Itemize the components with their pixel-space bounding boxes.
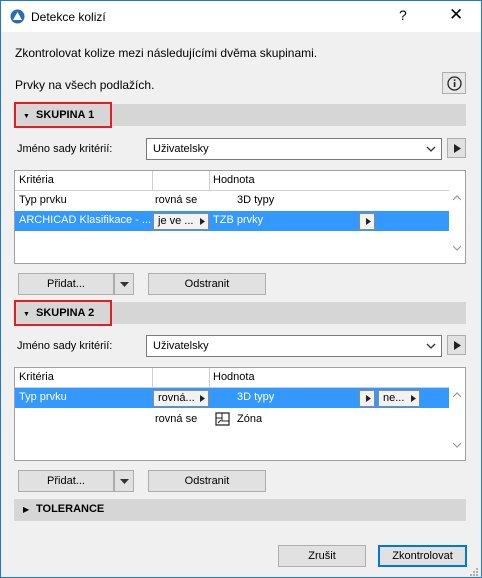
operator-value: rovná... bbox=[158, 392, 195, 404]
column-separator bbox=[209, 171, 210, 191]
triangle-right-icon bbox=[411, 395, 416, 402]
group1-add-dropdown[interactable] bbox=[114, 273, 134, 295]
column-separator bbox=[209, 368, 210, 388]
row-value: TZB prvky bbox=[213, 214, 264, 226]
triangle-right-icon bbox=[366, 218, 371, 225]
table-scrollbar[interactable] bbox=[449, 171, 465, 263]
collision-detection-dialog: Detekce kolizí ? ✕ Zkontrolovat kolize m… bbox=[0, 0, 482, 578]
group2-label: SKUPINA 2 bbox=[36, 307, 95, 319]
triangle-right-icon bbox=[200, 395, 205, 402]
cancel-button[interactable]: Zrušit bbox=[278, 545, 366, 567]
table-row[interactable]: Typ prvku rovná se 3D typy bbox=[15, 191, 449, 211]
check-button[interactable]: Zkontrolovat bbox=[378, 545, 467, 567]
chevron-down-icon bbox=[120, 479, 129, 484]
collapse-icon: ▼ bbox=[23, 113, 30, 120]
group2-criteria-table[interactable]: Kritéria Hodnota Typ prvku rovná... 3D t… bbox=[14, 367, 466, 461]
scroll-up-icon bbox=[453, 195, 461, 201]
group1-criteria-set-value: Uživatelsky bbox=[153, 143, 209, 155]
table-row-selected[interactable]: Typ prvku rovná... 3D typy ne... bbox=[15, 388, 449, 408]
group1-criteria-set-label: Jméno sady kritérií: bbox=[17, 143, 113, 155]
operator-value: je ve ... bbox=[158, 215, 194, 227]
group1-criteria-table[interactable]: Kritéria Hodnota Typ prvku rovná se 3D t… bbox=[14, 170, 466, 264]
row-value: 3D typy bbox=[237, 194, 275, 206]
close-button[interactable]: ✕ bbox=[449, 5, 463, 25]
collapse-icon: ▼ bbox=[23, 311, 30, 318]
group1-remove-button[interactable]: Odstranit bbox=[148, 273, 266, 295]
title-bar: Detekce kolizí ? ✕ bbox=[1, 1, 481, 32]
expand-icon: ▶ bbox=[23, 505, 30, 514]
group2-criteria-set-value: Uživatelsky bbox=[153, 340, 209, 352]
table-row-selected[interactable]: ARCHICAD Klasifikace - ... je ve ... TZB… bbox=[15, 211, 449, 231]
scroll-down-icon bbox=[453, 245, 461, 251]
group1-header[interactable]: ▼ SKUPINA 1 bbox=[14, 102, 112, 128]
help-button[interactable]: ? bbox=[399, 7, 407, 23]
table-scrollbar[interactable] bbox=[449, 368, 465, 460]
column-header-value: Hodnota bbox=[213, 371, 255, 383]
triangle-right-icon bbox=[454, 144, 461, 153]
row-value: Zóna bbox=[237, 413, 263, 425]
row-operator: rovná se bbox=[155, 194, 198, 206]
column-header-value: Hodnota bbox=[213, 174, 255, 186]
group2-remove-button[interactable]: Odstranit bbox=[148, 470, 266, 492]
triangle-right-icon bbox=[366, 395, 371, 402]
extra-operator-dropdown[interactable]: ne... bbox=[378, 390, 420, 407]
column-header-criteria: Kritéria bbox=[19, 371, 54, 383]
info-button[interactable] bbox=[442, 72, 466, 94]
group2-criteria-set-arrow-button[interactable] bbox=[447, 335, 466, 355]
scroll-up-icon bbox=[453, 392, 461, 398]
column-separator bbox=[152, 171, 153, 191]
operator-dropdown[interactable]: je ve ... bbox=[153, 213, 209, 230]
zone-icon bbox=[215, 412, 230, 426]
triangle-right-icon bbox=[454, 341, 461, 350]
all-stories-text: Prvky na všech podlažích. bbox=[15, 78, 155, 92]
resize-grip-icon[interactable] bbox=[469, 567, 479, 577]
group1-label: SKUPINA 1 bbox=[36, 109, 95, 121]
group2-add-dropdown[interactable] bbox=[114, 470, 134, 492]
value-arrow-button[interactable] bbox=[359, 390, 375, 407]
info-icon bbox=[447, 76, 462, 91]
group1-criteria-set-arrow-button[interactable] bbox=[447, 138, 466, 158]
intro-text: Zkontrolovat kolize mezi následujícími d… bbox=[15, 46, 318, 60]
chevron-down-icon bbox=[426, 146, 436, 152]
archicad-icon bbox=[10, 9, 25, 24]
chevron-down-icon bbox=[426, 343, 436, 349]
group2-criteria-set-label: Jméno sady kritérií: bbox=[17, 340, 113, 352]
group2-add-button[interactable]: Přidat... bbox=[18, 470, 114, 492]
row-operator: rovná se bbox=[155, 413, 198, 425]
operator-dropdown[interactable]: rovná... bbox=[153, 390, 209, 407]
row-criterion: ARCHICAD Klasifikace - ... bbox=[19, 214, 152, 226]
tolerance-label: TOLERANCE bbox=[36, 503, 105, 515]
table-row[interactable]: rovná se Zóna bbox=[15, 410, 449, 430]
group1-criteria-set-select[interactable]: Uživatelsky bbox=[146, 138, 442, 160]
group2-criteria-set-select[interactable]: Uživatelsky bbox=[146, 335, 442, 357]
tolerance-header[interactable]: ▶ TOLERANCE bbox=[14, 499, 466, 521]
triangle-right-icon bbox=[200, 218, 205, 225]
extra-operator-value: ne... bbox=[383, 392, 405, 404]
scroll-down-icon bbox=[453, 442, 461, 448]
value-arrow-button[interactable] bbox=[359, 213, 375, 230]
window-title: Detekce kolizí bbox=[31, 10, 106, 24]
row-criterion: Typ prvku bbox=[19, 194, 67, 206]
column-separator bbox=[152, 368, 153, 388]
chevron-down-icon bbox=[120, 282, 129, 287]
group1-add-button[interactable]: Přidat... bbox=[18, 273, 114, 295]
row-value: 3D typy bbox=[237, 391, 275, 403]
row-criterion: Typ prvku bbox=[19, 391, 67, 403]
group2-header[interactable]: ▼ SKUPINA 2 bbox=[14, 300, 112, 326]
column-header-criteria: Kritéria bbox=[19, 174, 54, 186]
